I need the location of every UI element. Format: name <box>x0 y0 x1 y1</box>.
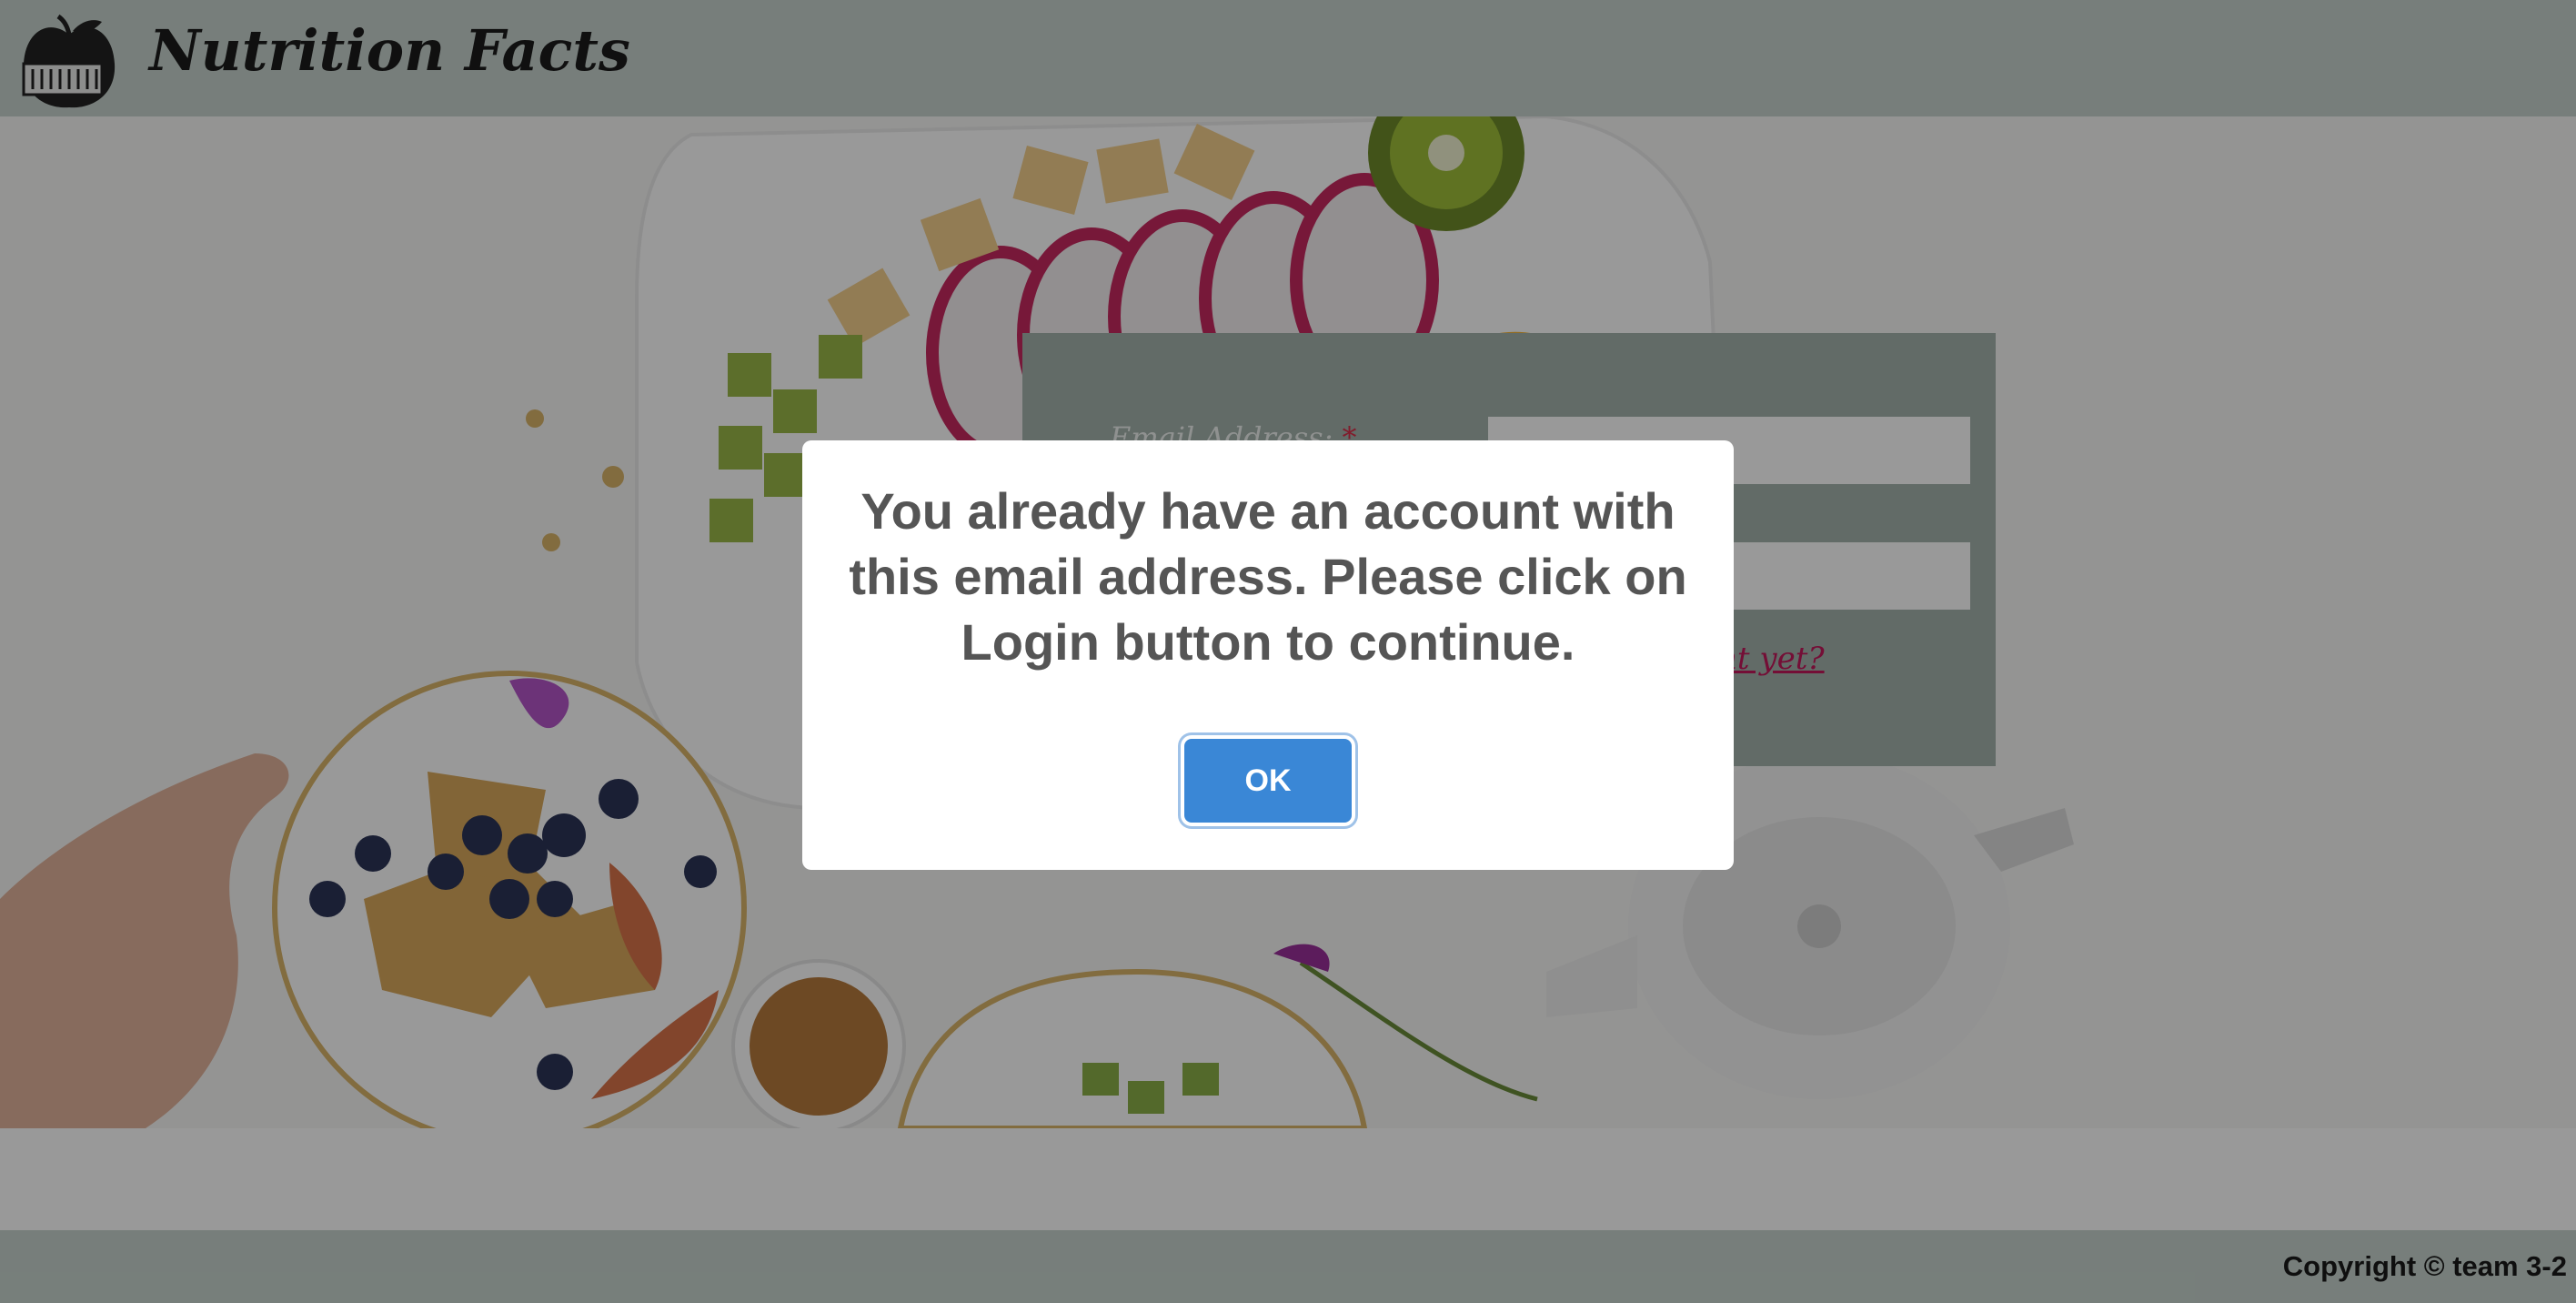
dialog-message: You already have an account with this em… <box>849 482 1687 671</box>
ok-button[interactable]: OK <box>1184 739 1352 823</box>
